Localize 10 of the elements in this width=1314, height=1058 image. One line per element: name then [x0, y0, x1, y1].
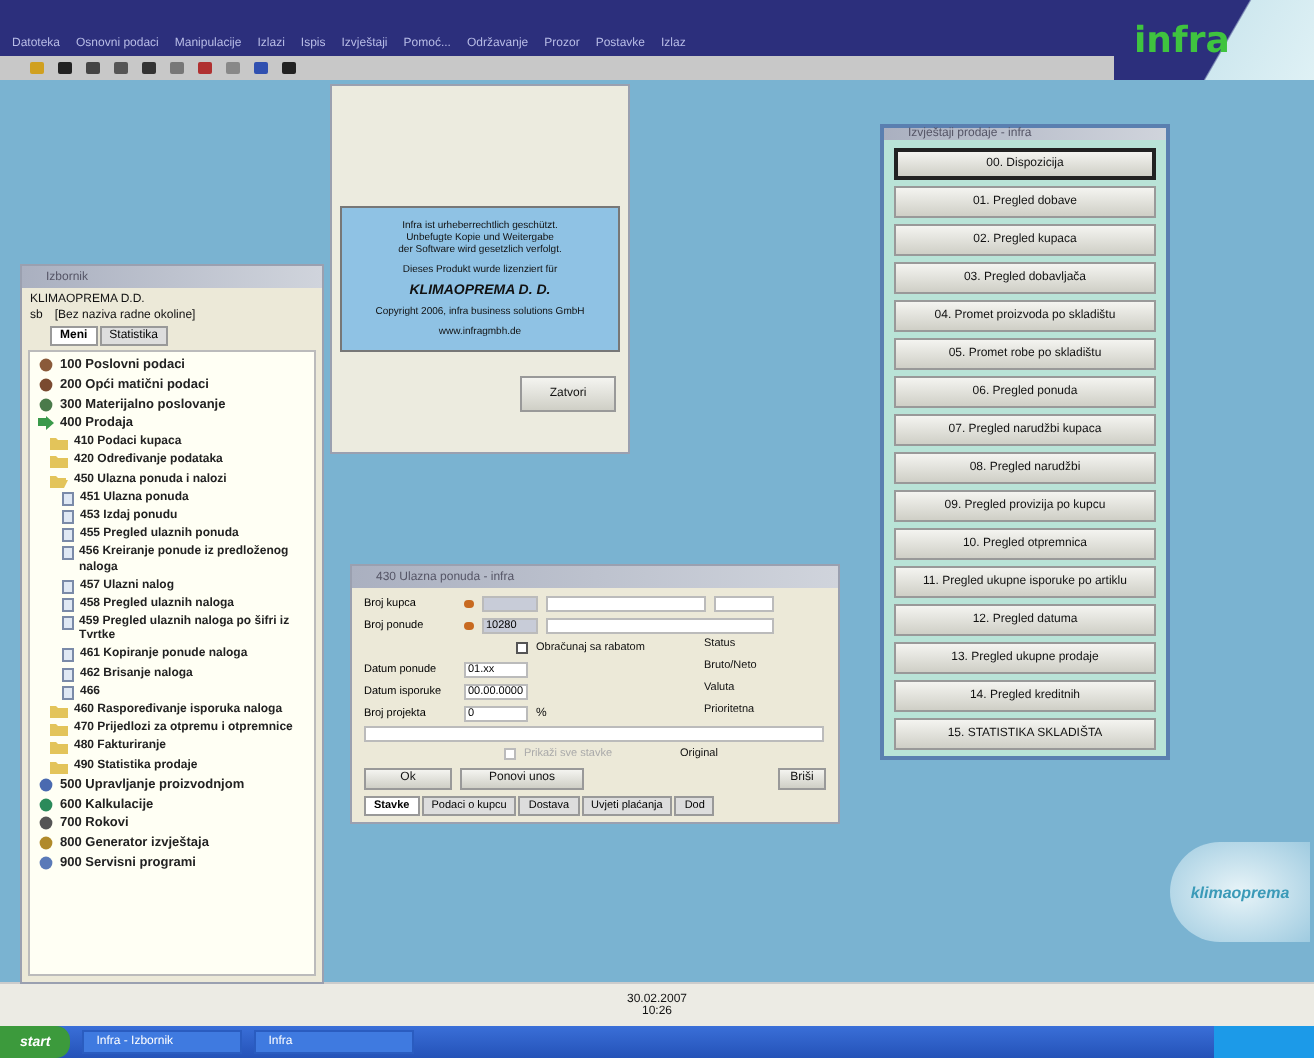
input-field[interactable]	[546, 596, 706, 612]
checkbox[interactable]	[504, 748, 516, 760]
corner-logo: klimaoprema	[1170, 842, 1310, 942]
checkbox[interactable]	[516, 642, 528, 654]
input-field[interactable]	[482, 596, 538, 612]
input-field[interactable]	[364, 726, 824, 742]
input-field[interactable]	[546, 618, 774, 634]
logo: infra	[1114, 0, 1314, 80]
input-field[interactable]	[714, 596, 774, 612]
system-tray	[1214, 1026, 1314, 1058]
